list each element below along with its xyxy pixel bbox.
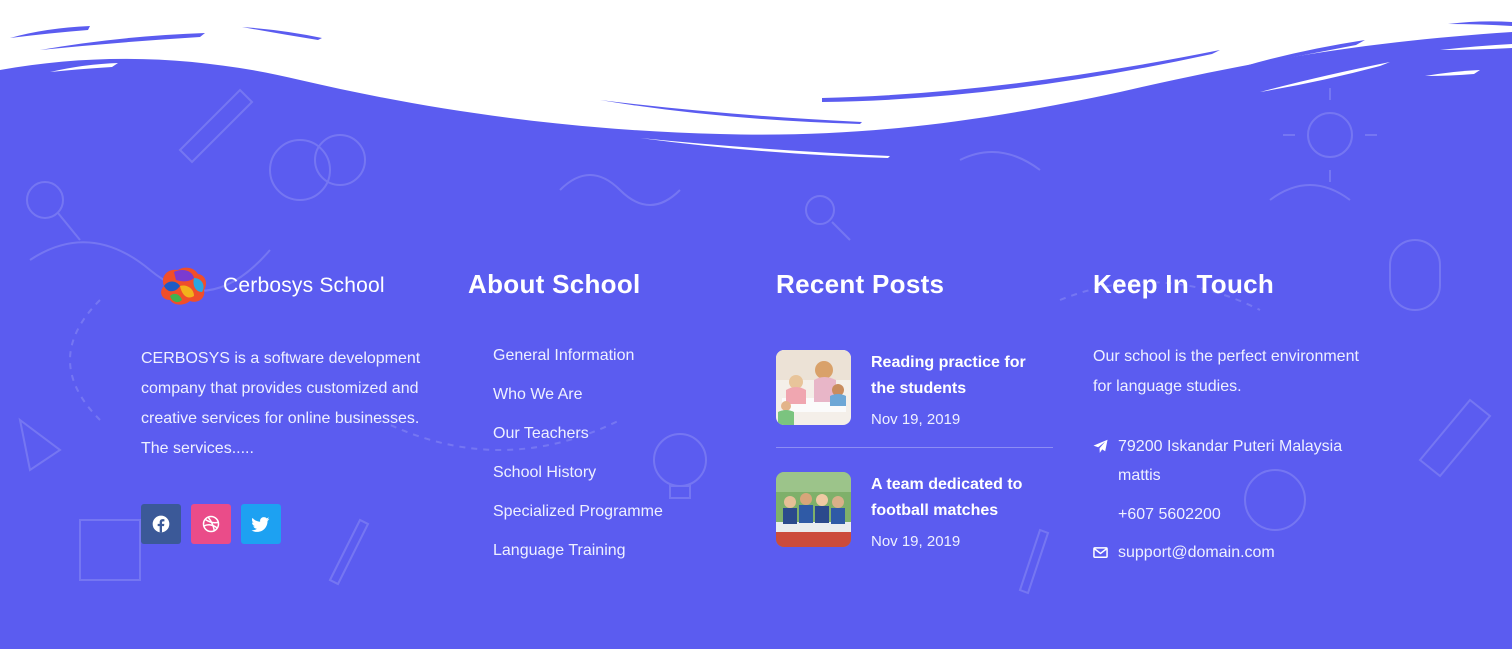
- about-description: CERBOSYS is a software development compa…: [141, 350, 421, 457]
- phone-icon: [1093, 500, 1118, 529]
- about-school-links: General Information Who We Are Our Teach…: [493, 344, 663, 578]
- twitter-icon: [251, 517, 270, 532]
- link-specialized-programme[interactable]: Specialized Programme: [493, 500, 663, 539]
- link-our-teachers[interactable]: Our Teachers: [493, 422, 663, 461]
- contact-phone: +607 5602200: [1093, 500, 1221, 529]
- link-general-information[interactable]: General Information: [493, 344, 663, 383]
- football-team-photo-image: [776, 472, 851, 547]
- recent-posts-heading: Recent Posts: [776, 269, 945, 299]
- facebook-button[interactable]: [141, 504, 181, 544]
- keep-in-touch-heading: Keep In Touch: [1093, 269, 1275, 299]
- post-date: Nov 19, 2019: [871, 411, 961, 428]
- reading-photo-image: [776, 350, 851, 425]
- contact-email: support@domain.com: [1093, 538, 1275, 570]
- brand-name: Cerbosys School: [223, 274, 385, 297]
- dribbble-button[interactable]: [191, 504, 231, 544]
- paper-plane-icon: [1093, 432, 1118, 490]
- contact-address: 79200 Iskandar Puteri Malaysia mattis: [1093, 432, 1383, 490]
- post-item: A team dedicated to football matches Nov…: [776, 472, 1053, 550]
- post-title[interactable]: A team dedicated to football matches: [871, 472, 1053, 524]
- contact-address-text: 79200 Iskandar Puteri Malaysia mattis: [1118, 438, 1343, 484]
- post-divider: [776, 447, 1053, 448]
- brain-logo-icon: [161, 267, 206, 305]
- link-language-training[interactable]: Language Training: [493, 539, 663, 578]
- post-title[interactable]: Reading practice for the students: [871, 350, 1053, 402]
- post-thumbnail[interactable]: [776, 350, 851, 425]
- post-thumbnail[interactable]: [776, 472, 851, 547]
- facebook-icon: [152, 515, 170, 533]
- post-date: Nov 19, 2019: [871, 533, 961, 550]
- social-links: [141, 504, 281, 544]
- dribbble-icon: [202, 515, 220, 533]
- post-item: Reading practice for the students Nov 19…: [776, 350, 1053, 428]
- contact-email-text[interactable]: support@domain.com: [1118, 538, 1275, 570]
- link-who-we-are[interactable]: Who We Are: [493, 383, 663, 422]
- contact-phone-text[interactable]: +607 5602200: [1118, 500, 1221, 529]
- about-school-heading: About School: [468, 269, 641, 299]
- site-footer: Cerbosys School CERBOSYS is a software d…: [0, 0, 1512, 649]
- brand[interactable]: Cerbosys School: [158, 266, 385, 306]
- twitter-button[interactable]: [241, 504, 281, 544]
- keep-in-touch-description: Our school is the perfect environment fo…: [1093, 348, 1359, 395]
- envelope-icon: [1093, 538, 1118, 570]
- top-wave: [0, 0, 1512, 158]
- link-school-history[interactable]: School History: [493, 461, 663, 500]
